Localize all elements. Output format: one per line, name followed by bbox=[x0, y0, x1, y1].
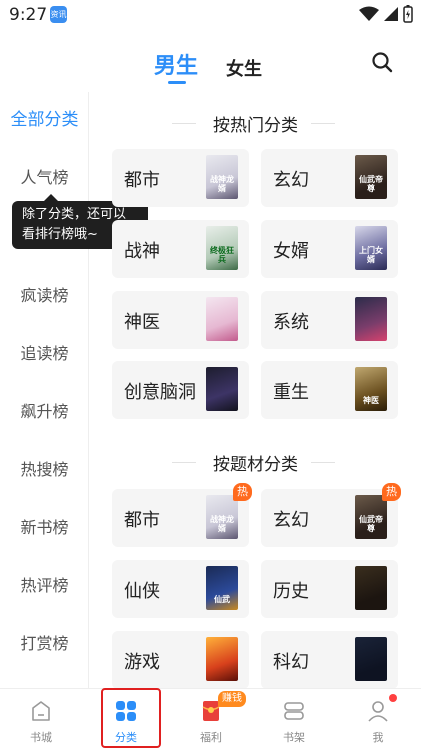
category-label: 历史 bbox=[273, 581, 309, 602]
earn-money-badge: 赚钱 bbox=[218, 691, 246, 707]
nav-label: 书架 bbox=[283, 731, 305, 744]
category-label: 玄幻 bbox=[273, 510, 309, 531]
nav-category-highlight-frame bbox=[101, 688, 161, 748]
hot-badge: 热 bbox=[233, 483, 252, 501]
category-label: 系统 bbox=[273, 312, 309, 333]
section-divider bbox=[311, 123, 335, 124]
tooltip-arrow bbox=[44, 194, 58, 201]
sidebar-item-hot-comments[interactable]: 热评榜 bbox=[0, 566, 89, 606]
tab-male[interactable]: 男生 bbox=[154, 48, 198, 80]
category-label: 都市 bbox=[124, 510, 160, 531]
category-card-xuanhuan[interactable]: 玄幻 仙武帝尊 bbox=[261, 149, 398, 207]
theme-card-xuanhuan[interactable]: 玄幻 仙武帝尊 热 bbox=[261, 483, 401, 547]
theme-card-kehuan[interactable]: 科幻 bbox=[261, 631, 398, 689]
user-icon bbox=[368, 701, 388, 722]
book-cover bbox=[355, 566, 387, 610]
category-label: 游戏 bbox=[124, 652, 160, 673]
nav-profile[interactable]: 我 bbox=[348, 689, 408, 748]
status-bar: 9:27 资讯 bbox=[0, 0, 421, 30]
sidebar-item-new-books[interactable]: 新书榜 bbox=[0, 508, 89, 548]
section-title-theme: 按题材分类 bbox=[213, 455, 298, 475]
book-cover: 上门女婿 bbox=[355, 226, 387, 270]
theme-card-xianxia[interactable]: 仙侠 仙武 bbox=[112, 560, 249, 618]
category-card-nvxu[interactable]: 女婿 上门女婿 bbox=[261, 220, 398, 278]
theme-card-lishi[interactable]: 历史 bbox=[261, 560, 398, 618]
section-divider bbox=[311, 462, 335, 463]
category-card-chuangyi[interactable]: 创意脑洞 bbox=[112, 361, 249, 419]
app-notification-icon: 资讯 bbox=[50, 6, 67, 23]
nav-label: 书城 bbox=[30, 731, 52, 744]
nav-bookstore[interactable]: 书城 bbox=[11, 689, 71, 748]
tooltip-text: 除了分类，还可以看排行榜哦~ bbox=[22, 207, 127, 242]
sidebar-item-rising[interactable]: 飙升榜 bbox=[0, 392, 89, 432]
category-card-chongsheng[interactable]: 重生 神医 bbox=[261, 361, 398, 419]
bottom-nav: 书城 分类 福利 书架 我 bbox=[0, 688, 421, 748]
nav-label: 福利 bbox=[200, 731, 222, 744]
book-cover bbox=[355, 637, 387, 681]
theme-card-dushi[interactable]: 都市 战神龙婿 热 bbox=[112, 483, 252, 547]
book-cover: 仙武 bbox=[206, 566, 238, 610]
book-cover: 战神龙婿 bbox=[206, 155, 238, 199]
book-cover: 终极狂兵 bbox=[206, 226, 238, 270]
category-label: 女婿 bbox=[273, 241, 309, 262]
category-card-xitong[interactable]: 系统 bbox=[261, 291, 398, 349]
category-card-zhanshen[interactable]: 战神 终极狂兵 bbox=[112, 220, 249, 278]
book-cover: 仙武帝尊 bbox=[355, 155, 387, 199]
status-time: 9:27 bbox=[9, 5, 48, 25]
category-label: 仙侠 bbox=[124, 581, 160, 602]
category-label: 科幻 bbox=[273, 652, 309, 673]
nav-bookshelf[interactable]: 书架 bbox=[264, 689, 324, 748]
signal-icon bbox=[384, 7, 398, 21]
hot-badge: 热 bbox=[382, 483, 401, 501]
sidebar-item-all-categories[interactable]: 全部分类 bbox=[0, 100, 89, 140]
book-cover: 仙武帝尊 bbox=[355, 495, 387, 539]
bookstore-icon bbox=[32, 701, 50, 721]
category-label: 玄幻 bbox=[273, 170, 309, 191]
book-cover: 神医 bbox=[355, 367, 387, 411]
category-label: 重生 bbox=[273, 382, 309, 403]
top-bar: 男生 女生 bbox=[0, 30, 421, 90]
theme-card-youxi[interactable]: 游戏 bbox=[112, 631, 249, 689]
category-label: 神医 bbox=[124, 312, 160, 333]
category-card-dushi[interactable]: 都市 战神龙婿 bbox=[112, 149, 249, 207]
bookshelf-icon bbox=[284, 702, 304, 720]
status-icons bbox=[359, 4, 413, 24]
book-cover bbox=[206, 637, 238, 681]
book-cover: 战神龙婿 bbox=[206, 495, 238, 539]
sidebar-item-popularity[interactable]: 人气榜 bbox=[0, 158, 89, 198]
category-label: 都市 bbox=[124, 170, 160, 191]
tab-female[interactable]: 女生 bbox=[226, 55, 262, 81]
book-cover bbox=[206, 367, 238, 411]
battery-icon bbox=[403, 5, 413, 23]
sidebar-item-follow-read[interactable]: 追读榜 bbox=[0, 334, 89, 374]
wifi-icon bbox=[359, 6, 379, 21]
sidebar-item-crazy-read[interactable]: 疯读榜 bbox=[0, 276, 89, 316]
category-card-shenyi[interactable]: 神医 bbox=[112, 291, 249, 349]
notification-dot bbox=[389, 694, 397, 702]
nav-label: 我 bbox=[372, 731, 384, 744]
active-tab-indicator bbox=[168, 81, 186, 84]
search-icon[interactable] bbox=[370, 50, 394, 74]
sidebar-item-hot-search[interactable]: 热搜榜 bbox=[0, 450, 89, 490]
section-title-hot: 按热门分类 bbox=[213, 116, 298, 136]
category-label: 创意脑洞 bbox=[124, 382, 196, 403]
sidebar-item-rewards[interactable]: 打赏榜 bbox=[0, 624, 89, 664]
category-label: 战神 bbox=[124, 241, 160, 262]
book-cover bbox=[206, 297, 238, 341]
book-cover bbox=[355, 297, 387, 341]
ranking-sidebar: 全部分类 人气榜 疯读榜 追读榜 飙升榜 热搜榜 新书榜 热评榜 打赏榜 bbox=[0, 92, 89, 688]
